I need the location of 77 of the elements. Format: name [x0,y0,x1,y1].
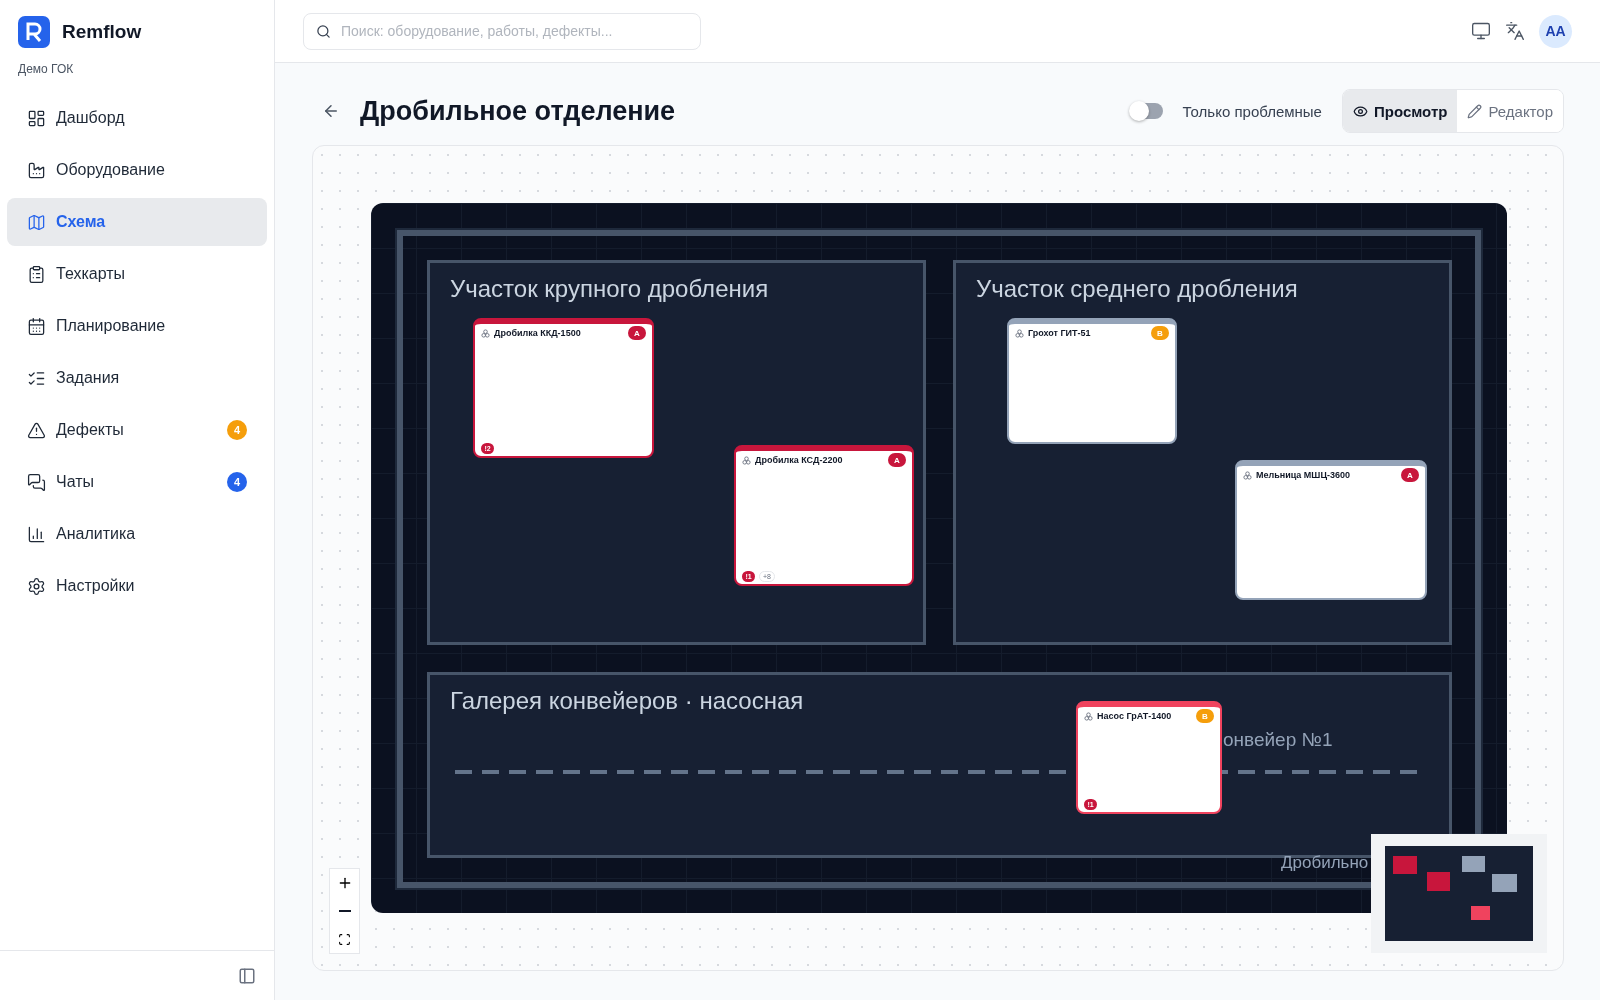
chat-icon [27,472,46,492]
translate-icon[interactable] [1505,21,1525,41]
minus-icon [338,910,351,912]
eye-icon [1352,103,1368,119]
minimap-node [1462,855,1485,873]
equipment-name: Дробилка КСД-2200 [755,455,844,465]
priority-badge: A [888,453,906,467]
bar-chart-icon [27,524,46,544]
conveyor-label: онвейер №1 [1223,729,1333,751]
nav-item[interactable]: Схема [7,198,267,246]
factory-icon [27,160,46,180]
zone-title: Участок крупного дробления [450,275,769,302]
pencil-icon [1467,103,1483,119]
circles-icon [1084,711,1093,721]
circles-icon [742,455,751,465]
nav-item[interactable]: Аналитика [7,510,267,558]
minimap[interactable] [1371,834,1547,953]
nav-label: Аналитика [56,525,137,543]
nav-item[interactable]: Чаты 4 [7,458,267,506]
calendar-icon [27,316,46,336]
search-icon [316,23,331,39]
fit-view-icon [338,932,351,946]
clipboard-icon [27,264,46,284]
nav-item[interactable]: Настройки [7,562,267,610]
equipment-name: Грохот ГИТ-51 [1028,328,1092,338]
nav-item[interactable]: Задания [7,354,267,402]
nav-label: Схема [56,213,107,231]
minimap-node [1492,874,1518,893]
minimap-node [1427,872,1451,891]
nav-item[interactable]: Дефекты 4 [7,406,267,454]
nav-item[interactable]: Планирование [7,302,267,350]
equipment-node[interactable]: Грохот ГИТ-51 B [1007,318,1177,444]
dashboard-icon [27,108,46,128]
search-field[interactable]: Поиск: оборудование, работы, дефекты... [303,12,701,50]
nav-label: Дашборд [56,109,126,127]
zone-title: Галерея конвейеров · насосная [450,687,804,714]
nav-label: Чаты [56,473,96,491]
toggle-label: Только проблемные [1182,102,1322,120]
warning-icon [27,420,46,440]
user-avatar[interactable]: AA [1539,14,1572,48]
nav-label: Техкарты [56,265,127,283]
back-icon[interactable] [322,102,340,120]
organization-name: Демо ГОК [18,62,75,76]
circles-icon [1015,328,1024,338]
minimap-node [1393,855,1417,874]
nav-label: Планирование [56,317,167,335]
equipment-name: Насос ГрАТ-1400 [1097,711,1173,721]
priority-badge: A [628,326,646,340]
map-icon [27,212,46,232]
priority-badge: B [1151,326,1169,340]
priority-badge: B [1196,709,1214,723]
logo-icon [18,16,50,48]
mode-tab[interactable]: Просмотр [1342,90,1458,132]
equipment-node[interactable]: Мельница МШЦ-3600 A [1235,460,1427,600]
nav-label: Оборудование [56,161,166,179]
brand-name: Remflow [62,21,142,43]
nav-item[interactable]: Техкарты [7,250,267,298]
nav-item[interactable]: Дашборд [7,94,267,142]
building-label: Дробильно [1281,853,1369,873]
page-title: Дробильное отделение [360,95,677,127]
zone-title: Участок среднего дробления [976,275,1298,302]
priority-badge: A [1401,468,1419,482]
circles-icon [1243,470,1252,480]
count-badge: 4 [227,472,247,492]
equipment-name: Дробилка ККД-1500 [494,328,582,338]
nav-label: Задания [56,369,121,387]
settings-icon [27,576,46,596]
minimap-node [1471,905,1491,921]
toggle-switch[interactable] [1130,103,1163,119]
nav-item[interactable]: Оборудование [7,146,267,194]
monitor-icon[interactable] [1471,21,1491,41]
count-badge: 4 [227,420,247,440]
collapse-sidebar-icon[interactable] [238,966,256,985]
circles-icon [481,328,490,338]
equipment-name: Мельница МШЦ-3600 [1256,470,1351,480]
nav-label: Настройки [56,577,136,595]
nav-label: Дефекты [56,421,125,439]
